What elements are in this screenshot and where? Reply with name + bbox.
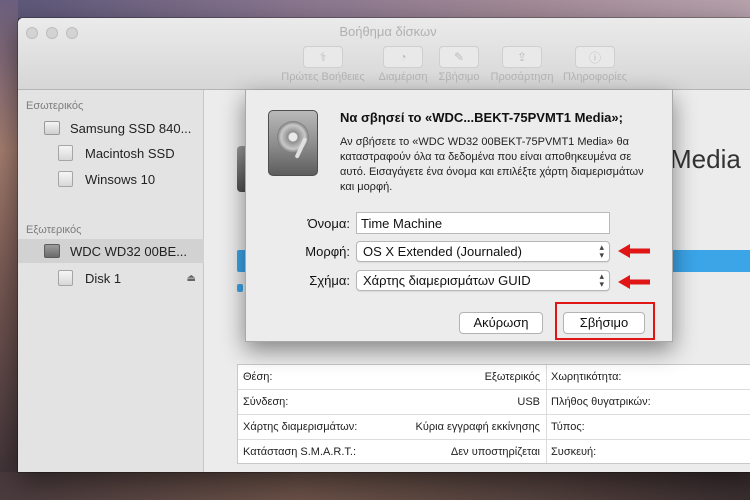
first-aid-label: Πρώτες Βοήθειες (281, 71, 365, 83)
sidebar: Εσωτερικός Samsung SSD 840... Macintosh … (18, 90, 204, 472)
location-value: Εξωτερικός (484, 371, 540, 383)
info-table: Θέση: Εξωτερικός Χωρητικότητα: Σύνδεση: … (237, 364, 750, 464)
sidebar-item-wdc-disk[interactable]: WDC WD32 00BE... (18, 239, 204, 263)
smart-status-label: Κατάσταση S.M.A.R.T.: (243, 446, 357, 458)
sidebar-item-label: Samsung SSD 840... (70, 120, 192, 136)
chevron-updown-icon: ▴ ▾ (599, 242, 604, 260)
scheme-label: Σχήμα: (309, 273, 350, 288)
name-input[interactable]: Time Machine (356, 212, 610, 234)
device-label: Συσκευή: (551, 446, 597, 458)
mount-icon: ⇪ (502, 46, 542, 68)
disk-title: Media (670, 144, 741, 174)
connection-value: USB (517, 396, 540, 408)
partition-button[interactable]: ◔ Διαμέριση (374, 46, 432, 86)
format-popup[interactable]: OS X Extended (Journaled) ▴ ▾ (356, 241, 610, 262)
dialog-title: Να σβησεί το «WDC...BEKT-75PVMT1 Media»; (340, 110, 623, 125)
volume-icon (58, 145, 73, 161)
partition-map-value: Κύρια εγγραφή εκκίνησης (415, 421, 540, 433)
format-value: OS X Extended (Journaled) (363, 244, 522, 259)
table-row: Χάρτης διαμερισμάτων: Κύρια εγγραφή εκκί… (238, 415, 750, 440)
name-label: Όνομα: (307, 216, 350, 231)
volume-icon (58, 171, 73, 187)
format-label: Μορφή: (305, 244, 350, 259)
sidebar-item-winsows-10[interactable]: Winsows 10 (18, 167, 204, 191)
window-title: Βοήθημα δίσκων (339, 24, 437, 39)
sidebar-item-label: Disk 1 (85, 270, 122, 286)
smart-status-value: Δεν υποστηρίζεται (450, 446, 540, 458)
sidebar-item-label: WDC WD32 00BE... (70, 243, 188, 259)
sidebar-item-macintosh-ssd[interactable]: Macintosh SSD (18, 141, 204, 165)
desktop-wallpaper-left (0, 0, 18, 500)
sidebar-section-internal: Εσωτερικός (26, 100, 84, 112)
sidebar-item-label: Winsows 10 (85, 171, 156, 187)
usage-legend-swatch (237, 284, 243, 292)
external-disk-icon (44, 244, 60, 258)
dialog-message: Αν σβήσετε το «WDC WD32 00BEKT-75PVMT1 M… (340, 136, 644, 193)
first-aid-button[interactable]: ⚕ Πρώτες Βοήθειες (274, 46, 372, 86)
sidebar-item-label: Macintosh SSD (85, 145, 175, 161)
hard-drive-icon (268, 110, 318, 176)
annotation-highlight-box (555, 302, 655, 340)
sidebar-section-external: Εξωτερικός (26, 224, 82, 236)
scheme-popup[interactable]: Χάρτης διαμερισμάτων GUID ▴ ▾ (356, 270, 610, 291)
cancel-button[interactable]: Ακύρωση (459, 312, 543, 334)
internal-disk-icon (44, 121, 60, 135)
info-icon: ⓘ (575, 46, 615, 68)
info-label: Πληροφορίες (562, 71, 628, 83)
mount-button[interactable]: ⇪ Προσάρτηση (488, 46, 556, 86)
info-button[interactable]: ⓘ Πληροφορίες (558, 46, 632, 86)
table-row: Σύνδεση: USB Πλήθος θυγατρικών: (238, 390, 750, 415)
scheme-value: Χάρτης διαμερισμάτων GUID (363, 273, 531, 288)
annotation-arrow-format (618, 244, 650, 258)
sidebar-item-samsung-ssd[interactable]: Samsung SSD 840... (18, 116, 204, 140)
stethoscope-icon: ⚕ (303, 46, 343, 68)
partition-label: Διαμέριση (378, 71, 428, 83)
erase-toolbar-button[interactable]: ✎ Σβήσιμο (434, 46, 484, 86)
pie-chart-icon: ◔ (383, 46, 423, 68)
sidebar-item-disk-1[interactable]: Disk 1 ⏏ (18, 266, 204, 290)
erase-toolbar-label: Σβήσιμο (438, 71, 480, 83)
desktop-wallpaper-top (0, 0, 750, 18)
title-bar: Βοήθημα δίσκων ⚕ Πρώτες Βοήθειες ◔ Διαμέ… (18, 18, 750, 90)
capacity-label: Χωρητικότητα: (551, 371, 622, 383)
table-row: Θέση: Εξωτερικός Χωρητικότητα: (238, 365, 750, 390)
partition-map-label: Χάρτης διαμερισμάτων: (243, 421, 358, 433)
chevron-updown-icon: ▴ ▾ (599, 271, 604, 289)
mount-label: Προσάρτηση (490, 71, 554, 83)
location-label: Θέση: (243, 371, 273, 383)
volume-icon (58, 270, 73, 286)
desktop-wallpaper-bottom (0, 472, 750, 500)
eject-icon[interactable]: ⏏ (187, 273, 196, 284)
type-label: Τύπος: (551, 421, 585, 433)
connection-label: Σύνδεση: (243, 396, 289, 408)
eraser-icon: ✎ (439, 46, 479, 68)
table-row: Κατάσταση S.M.A.R.T.: Δεν υποστηρίζεται … (238, 440, 750, 465)
child-count-label: Πλήθος θυγατρικών: (551, 396, 651, 408)
annotation-arrow-scheme (618, 275, 650, 289)
